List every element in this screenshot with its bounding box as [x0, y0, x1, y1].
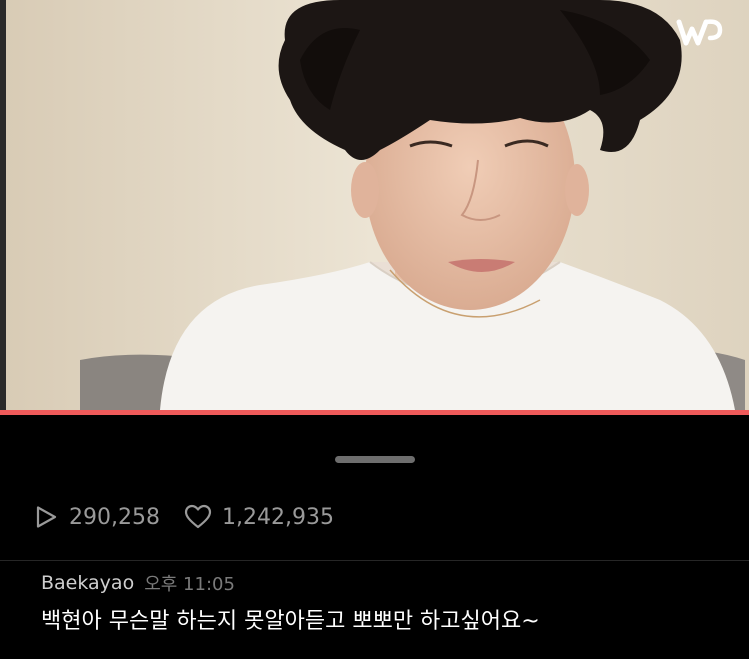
like-count-value: 1,242,935	[221, 504, 334, 530]
comment-text: 백현아 무슨말 하는지 못알아듣고 뽀뽀만 하고싶어요~	[41, 609, 540, 634]
heart-icon[interactable]	[184, 504, 212, 530]
play-icon	[36, 506, 57, 528]
comment-time: 오후 11:05	[144, 574, 235, 595]
progress-fill	[0, 410, 749, 415]
divider	[0, 560, 749, 561]
play-count-value: 290,258	[69, 504, 160, 530]
weverse-w-icon	[676, 19, 723, 46]
stats-bar: 290,258 1,242,935	[33, 501, 334, 533]
comment-author[interactable]: Baekayao	[41, 572, 134, 594]
live-video[interactable]	[0, 0, 749, 410]
like-count[interactable]: 1,242,935	[184, 504, 334, 530]
drag-handle[interactable]	[335, 456, 415, 463]
play-count: 290,258	[33, 504, 160, 530]
comment-header: Baekayao 오후 11:05	[41, 570, 235, 596]
video-progress-bar[interactable]	[0, 410, 749, 415]
video-frame	[0, 0, 749, 410]
